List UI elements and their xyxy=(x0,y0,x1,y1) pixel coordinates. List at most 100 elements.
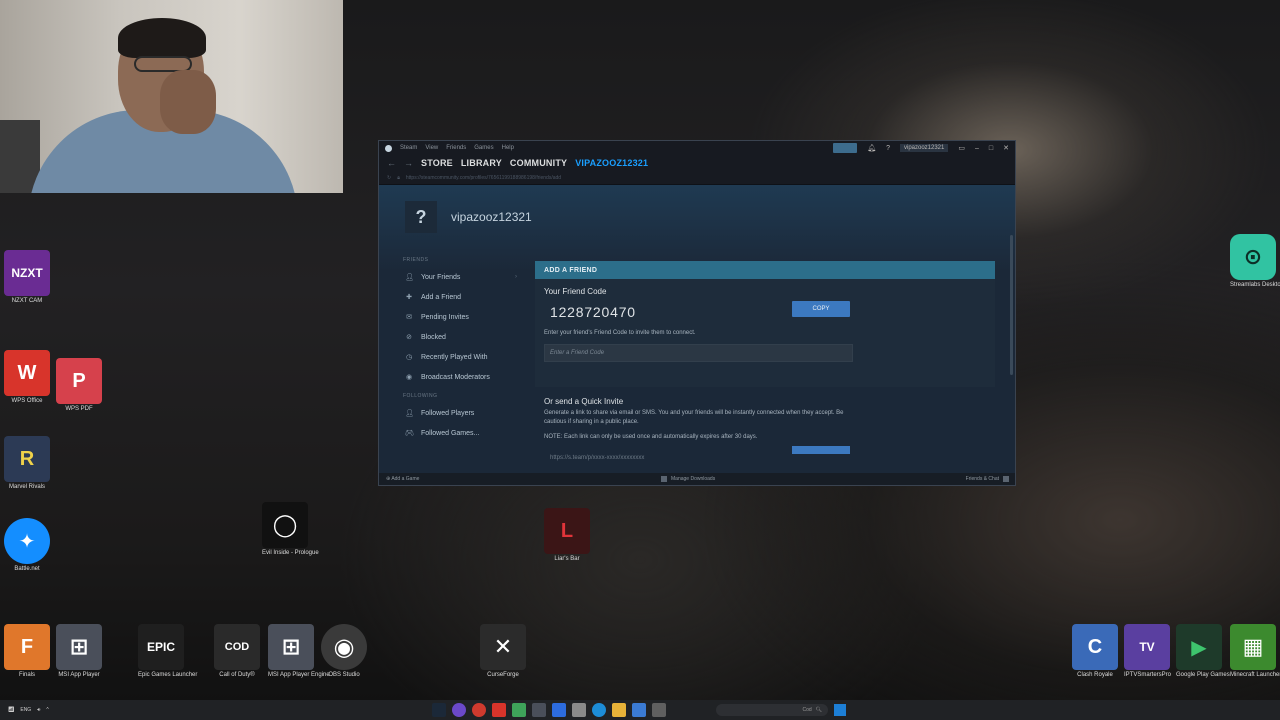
desktop-icon-curseforge[interactable]: ✕ CurseForge xyxy=(480,624,526,679)
tray-expand-icon[interactable]: ^ xyxy=(46,707,48,713)
desktop-icon-wps-pdf[interactable]: P WPS PDF xyxy=(56,358,102,413)
desktop-icon-label: MSI App Player Engine xyxy=(268,672,330,678)
desktop-icon-label: Battle.net xyxy=(14,566,40,572)
menu-help[interactable]: Help xyxy=(502,145,514,151)
close-icon[interactable]: ✕ xyxy=(1003,144,1009,152)
minimize-icon[interactable]: – xyxy=(975,145,979,152)
invite-link-text[interactable]: https://s.team/p/xxxx-xxxx/xxxxxxxx xyxy=(550,455,644,461)
friend-code-input[interactable]: Enter a Friend Code xyxy=(544,344,853,362)
taskbar: 📶︎ ENG 🔊︎ ^ Cod 🔍︎ xyxy=(0,700,1280,720)
desktop-icon-minecraft[interactable]: ▦ Minecraft Launcher xyxy=(1230,624,1280,679)
app-taskbar-icon[interactable] xyxy=(512,703,526,717)
desktop-icon-obs[interactable]: ◉ OBS Studio xyxy=(321,624,367,679)
wps-pdf-icon: P xyxy=(56,358,102,404)
url-text[interactable]: https://steamcommunity.com/profiles/7656… xyxy=(406,175,561,181)
app-taskbar-icon[interactable] xyxy=(532,703,546,717)
broadcast-icon: ◉ xyxy=(405,374,413,381)
account-menu[interactable]: vipazooz12321 xyxy=(899,144,949,152)
desktop-icon-msi-app-player-engine[interactable]: ⊞ MSI App Player Engine xyxy=(268,624,330,679)
edge-taskbar-icon[interactable] xyxy=(592,703,606,717)
forward-arrow-icon[interactable]: → xyxy=(404,158,413,168)
desktop-icon-finals[interactable]: F Finals xyxy=(4,624,50,679)
webcam-person-hair xyxy=(118,18,206,58)
lang-indicator[interactable]: ENG xyxy=(20,707,31,713)
nav-library[interactable]: LIBRARY xyxy=(461,158,502,168)
copy-code-button[interactable]: COPY xyxy=(792,301,850,317)
desktop-icon-marvel-rivals[interactable]: R Marvel Rivals xyxy=(4,436,50,491)
taskbar-apps xyxy=(432,703,666,717)
profile-name[interactable]: vipazooz12321 xyxy=(451,210,532,224)
broadcast-button[interactable] xyxy=(833,143,858,153)
webcam-overlay xyxy=(0,0,343,193)
help-icon[interactable]: ? xyxy=(886,145,890,152)
sidebar-item-pending-invites[interactable]: ✉ Pending Invites xyxy=(401,307,519,327)
volume-icon[interactable]: 🔊︎ xyxy=(37,707,40,713)
desktop-icon-msi-app-player[interactable]: ⊞ MSI App Player xyxy=(56,624,102,679)
desktop-icon-iptv[interactable]: TV IPTVSmartersPro xyxy=(1124,624,1172,679)
desktop-icon-wps-office[interactable]: W WPS Office xyxy=(4,350,50,405)
desktop-icon-nzxt[interactable]: NZXT NZXT CAM xyxy=(4,250,50,305)
windows-start-icon[interactable] xyxy=(834,704,846,716)
friend-code-value: 1228720470 xyxy=(550,304,636,320)
chevron-right-icon: › xyxy=(515,274,517,280)
sidebar-item-add-friend[interactable]: ✚ Add a Friend xyxy=(401,287,519,307)
app-taskbar-icon[interactable] xyxy=(452,703,466,717)
back-arrow-icon[interactable]: ← xyxy=(387,158,396,168)
sidebar-item-recently-played[interactable]: ◷ Recently Played With xyxy=(401,347,519,367)
friends-sidebar: FRIENDS 👤︎ Your Friends › ✚ Add a Friend… xyxy=(401,255,519,443)
friends-chat-button[interactable]: Friends & Chat xyxy=(966,476,1009,482)
desktop-icon-clash-royale[interactable]: C Clash Royale xyxy=(1072,624,1118,679)
desktop-icon-liars-bar[interactable]: L Liar's Bar xyxy=(544,508,590,563)
sidebar-item-followed-games[interactable]: 🎮︎ Followed Games... xyxy=(401,423,519,443)
reload-icon[interactable]: ↻ xyxy=(387,175,391,181)
quick-invite-title: Or send a Quick Invite xyxy=(544,397,624,406)
desktop-icon-streamlabs[interactable]: ⊙ Streamlabs Desktop xyxy=(1230,234,1280,289)
menu-steam[interactable]: Steam xyxy=(400,145,417,151)
desktop-icon-label: Google Play Games xyxy=(1176,672,1230,678)
sidebar-item-label: Followed Players xyxy=(421,409,475,417)
avatar[interactable]: ? xyxy=(405,201,437,233)
notifications-icon[interactable]: 🔔︎ xyxy=(867,144,876,152)
sidebar-item-blocked[interactable]: ⊘ Blocked xyxy=(401,327,519,347)
desktop-icon-label: Streamlabs Desktop xyxy=(1230,282,1280,288)
desktop-icon-battlenet[interactable]: ✦ Battle.net xyxy=(4,518,50,573)
desktop-icon-google-play-games[interactable]: ▶ Google Play Games xyxy=(1176,624,1230,679)
nav-profile[interactable]: VIPAZOOZ12321 xyxy=(575,158,648,168)
sidebar-item-your-friends[interactable]: 👤︎ Your Friends › xyxy=(401,267,519,287)
desktop-icon-call-of-duty[interactable]: COD Call of Duty® xyxy=(214,624,260,679)
desktop-icon-epic-games[interactable]: EPIC Epic Games Launcher xyxy=(138,624,197,679)
nav-community[interactable]: COMMUNITY xyxy=(510,158,567,168)
wps-taskbar-icon[interactable] xyxy=(492,703,506,717)
app-taskbar-icon[interactable] xyxy=(472,703,486,717)
app-taskbar-icon[interactable] xyxy=(552,703,566,717)
manage-downloads-button[interactable]: Manage Downloads xyxy=(661,476,715,482)
file-explorer-taskbar-icon[interactable] xyxy=(612,703,626,717)
nav-store[interactable]: STORE xyxy=(421,158,453,168)
app-taskbar-icon[interactable] xyxy=(652,703,666,717)
page-scrollbar[interactable] xyxy=(1010,235,1013,375)
sidebar-item-followed-players[interactable]: 👤︎ Followed Players xyxy=(401,403,519,423)
menu-view[interactable]: View xyxy=(425,145,438,151)
menu-friends[interactable]: Friends xyxy=(446,145,466,151)
desktop-icon-label: IPTVSmartersPro xyxy=(1124,672,1172,678)
add-game-button[interactable]: ⊕ Add a Game xyxy=(386,476,419,482)
sidebar-item-label: Blocked xyxy=(421,333,446,341)
sidebar-item-label: Your Friends xyxy=(421,273,461,281)
system-tray: 📶︎ ENG 🔊︎ ^ xyxy=(8,707,49,713)
steam-taskbar-icon[interactable] xyxy=(432,703,446,717)
maximize-icon[interactable]: □ xyxy=(989,145,993,152)
friends-chat-label: Friends & Chat xyxy=(965,476,999,482)
sidebar-section-friends: FRIENDS xyxy=(403,257,429,263)
sidebar-item-broadcast-moderators[interactable]: ◉ Broadcast Moderators xyxy=(401,367,519,387)
minecraft-icon: ▦ xyxy=(1230,624,1276,670)
app-taskbar-icon[interactable] xyxy=(632,703,646,717)
desktop-icon-evil-inside[interactable]: ◯ Evil Inside - Prologue xyxy=(262,502,319,557)
taskbar-search[interactable]: Cod 🔍︎ xyxy=(716,704,828,716)
menu-games[interactable]: Games xyxy=(474,145,493,151)
iptv-icon: TV xyxy=(1124,624,1170,670)
window-mode-icon[interactable]: ▭ xyxy=(958,144,965,152)
copy-link-button[interactable] xyxy=(792,446,850,454)
network-icon[interactable]: 📶︎ xyxy=(8,707,14,713)
person-icon: 👤︎ xyxy=(405,410,414,417)
app-taskbar-icon[interactable] xyxy=(572,703,586,717)
